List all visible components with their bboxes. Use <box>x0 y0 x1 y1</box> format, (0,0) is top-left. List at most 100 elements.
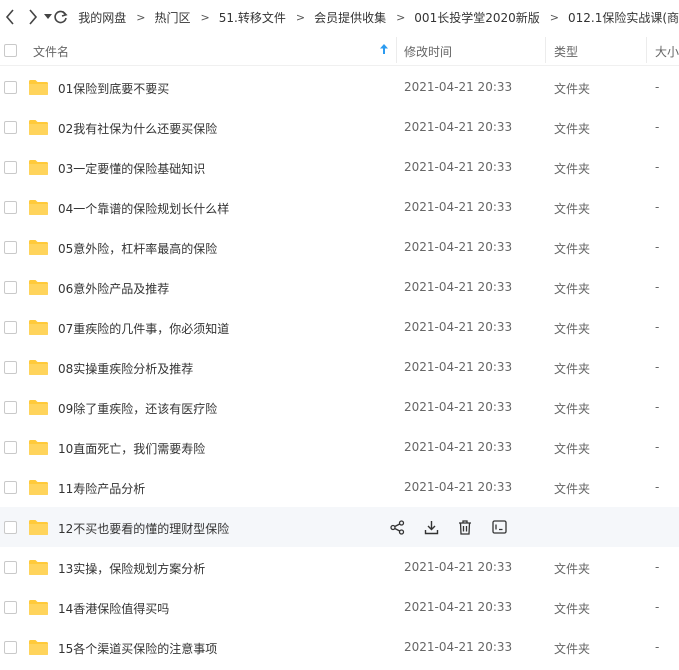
file-type: 文件夹 <box>554 482 591 496</box>
select-all-checkbox[interactable] <box>4 44 17 57</box>
file-mtime: 2021-04-21 20:33 <box>404 560 513 574</box>
row-checkbox[interactable] <box>4 441 17 454</box>
file-name[interactable]: 06意外险产品及推荐 <box>58 280 169 297</box>
file-name[interactable]: 14香港保险值得买吗 <box>58 600 169 617</box>
file-row[interactable]: 10直面死亡，我们需要寿险 2021-04-21 20:33 文件夹 - <box>0 427 679 467</box>
file-type: 文件夹 <box>554 362 591 376</box>
file-mtime: 2021-04-21 20:33 <box>404 480 513 494</box>
sort-ascending-icon[interactable] <box>380 44 388 54</box>
share-button[interactable] <box>388 518 406 536</box>
column-divider[interactable] <box>396 37 397 63</box>
file-size: - <box>655 160 660 174</box>
file-row[interactable]: 06意外险产品及推荐 2021-04-21 20:33 文件夹 - <box>0 267 679 307</box>
row-checkbox[interactable] <box>4 641 17 654</box>
terminal-icon <box>491 520 507 534</box>
column-header-type[interactable]: 类型 <box>554 43 578 60</box>
download-button[interactable] <box>422 518 440 536</box>
breadcrumb-separator: > <box>396 10 406 24</box>
file-row[interactable]: 09除了重疾险，还该有医疗险 2021-04-21 20:33 文件夹 - <box>0 387 679 427</box>
file-row[interactable]: 13实操，保险规划方案分析 2021-04-21 20:33 文件夹 - <box>0 547 679 587</box>
file-mtime: 2021-04-21 20:33 <box>404 120 513 134</box>
file-name[interactable]: 08实操重疾险分析及推荐 <box>58 360 193 377</box>
file-size: - <box>655 480 660 494</box>
row-checkbox[interactable] <box>4 561 17 574</box>
file-row[interactable]: 01保险到底要不要买 2021-04-21 20:33 文件夹 - <box>0 67 679 107</box>
file-name[interactable]: 12不买也要看的懂的理财型保险 <box>58 520 229 537</box>
file-row[interactable]: 05意外险，杠杆率最高的保险 2021-04-21 20:33 文件夹 - <box>0 227 679 267</box>
folder-icon <box>29 520 48 535</box>
file-row[interactable]: 15各个渠道买保险的注意事项 2021-04-21 20:33 文件夹 - <box>0 627 679 667</box>
file-size: - <box>655 400 660 414</box>
breadcrumb-item[interactable]: 热门区 <box>155 9 191 26</box>
row-checkbox[interactable] <box>4 281 17 294</box>
refresh-button[interactable] <box>52 3 68 31</box>
row-checkbox[interactable] <box>4 81 17 94</box>
breadcrumb-separator: > <box>295 10 306 24</box>
file-size: - <box>655 360 660 374</box>
file-row[interactable]: 03一定要懂的保险基础知识 2021-04-21 20:33 文件夹 - <box>0 147 679 187</box>
breadcrumb: 我的网盘 > 热门区 > 51.转移文件 > 会员提供收集 > 001长投学堂2… <box>78 9 679 26</box>
breadcrumb-item[interactable]: 001长投学堂2020新版 <box>414 9 539 26</box>
file-list-header: 文件名 修改时间 类型 大小 <box>0 34 679 66</box>
column-header-name[interactable]: 文件名 <box>33 43 69 60</box>
row-checkbox[interactable] <box>4 121 17 134</box>
row-checkbox[interactable] <box>4 401 17 414</box>
file-size: - <box>655 320 660 334</box>
caret-down-icon <box>43 14 52 19</box>
folder-icon <box>29 160 48 175</box>
file-size: - <box>655 240 660 254</box>
breadcrumb-item[interactable]: 会员提供收集 <box>314 9 386 26</box>
column-header-mtime[interactable]: 修改时间 <box>404 43 452 60</box>
file-row[interactable]: 07重疾险的几件事，你必须知道 2021-04-21 20:33 文件夹 - <box>0 307 679 347</box>
history-dropdown-button[interactable] <box>43 3 52 31</box>
folder-icon <box>29 240 48 255</box>
file-row[interactable]: 14香港保险值得买吗 2021-04-21 20:33 文件夹 - <box>0 587 679 627</box>
file-name[interactable]: 07重疾险的几件事，你必须知道 <box>58 320 229 337</box>
row-checkbox[interactable] <box>4 201 17 214</box>
file-name[interactable]: 10直面死亡，我们需要寿险 <box>58 440 205 457</box>
file-mtime: 2021-04-21 20:33 <box>404 360 513 374</box>
file-name[interactable]: 15各个渠道买保险的注意事项 <box>58 640 217 657</box>
file-row[interactable]: 02我有社保为什么还要买保险 2021-04-21 20:33 文件夹 - <box>0 107 679 147</box>
breadcrumb-item[interactable]: 我的网盘 <box>78 9 126 26</box>
row-checkbox[interactable] <box>4 601 17 614</box>
column-divider[interactable] <box>545 37 546 63</box>
column-divider[interactable] <box>646 37 647 63</box>
breadcrumb-item[interactable]: 51.转移文件 <box>219 9 286 26</box>
file-mtime: 2021-04-21 20:33 <box>404 440 513 454</box>
file-row[interactable]: 11寿险产品分析 2021-04-21 20:33 文件夹 - <box>0 467 679 507</box>
file-name[interactable]: 04一个靠谱的保险规划长什么样 <box>58 200 229 217</box>
file-name[interactable]: 01保险到底要不要买 <box>58 80 169 97</box>
row-checkbox[interactable] <box>4 161 17 174</box>
file-name[interactable]: 13实操，保险规划方案分析 <box>58 560 205 577</box>
file-type: 文件夹 <box>554 122 591 136</box>
back-button[interactable] <box>2 3 18 31</box>
folder-icon <box>29 80 48 95</box>
file-row[interactable]: 08实操重疾险分析及推荐 2021-04-21 20:33 文件夹 - <box>0 347 679 387</box>
row-checkbox[interactable] <box>4 321 17 334</box>
delete-button[interactable] <box>456 518 474 536</box>
file-type: 文件夹 <box>554 202 591 216</box>
row-checkbox[interactable] <box>4 241 17 254</box>
file-name[interactable]: 09除了重疾险，还该有医疗险 <box>58 400 217 417</box>
file-row[interactable]: 12不买也要看的懂的理财型保险 <box>0 507 679 547</box>
file-mtime: 2021-04-21 20:33 <box>404 640 513 654</box>
folder-icon <box>29 560 48 575</box>
column-header-size[interactable]: 大小 <box>655 43 679 60</box>
file-name[interactable]: 02我有社保为什么还要买保险 <box>58 120 217 137</box>
breadcrumb-separator: > <box>549 10 559 24</box>
file-size: - <box>655 120 660 134</box>
file-name[interactable]: 11寿险产品分析 <box>58 480 145 497</box>
file-name[interactable]: 03一定要懂的保险基础知识 <box>58 160 205 177</box>
row-checkbox[interactable] <box>4 361 17 374</box>
more-button[interactable] <box>490 518 508 536</box>
row-checkbox[interactable] <box>4 521 17 534</box>
file-type: 文件夹 <box>554 282 591 296</box>
forward-button[interactable] <box>25 3 41 31</box>
row-checkbox[interactable] <box>4 481 17 494</box>
file-row[interactable]: 04一个靠谱的保险规划长什么样 2021-04-21 20:33 文件夹 - <box>0 187 679 227</box>
breadcrumb-item-current[interactable]: 012.1保险实战课(商 <box>568 9 679 26</box>
file-mtime: 2021-04-21 20:33 <box>404 600 513 614</box>
chevron-left-icon <box>5 9 14 25</box>
file-name[interactable]: 05意外险，杠杆率最高的保险 <box>58 240 217 257</box>
